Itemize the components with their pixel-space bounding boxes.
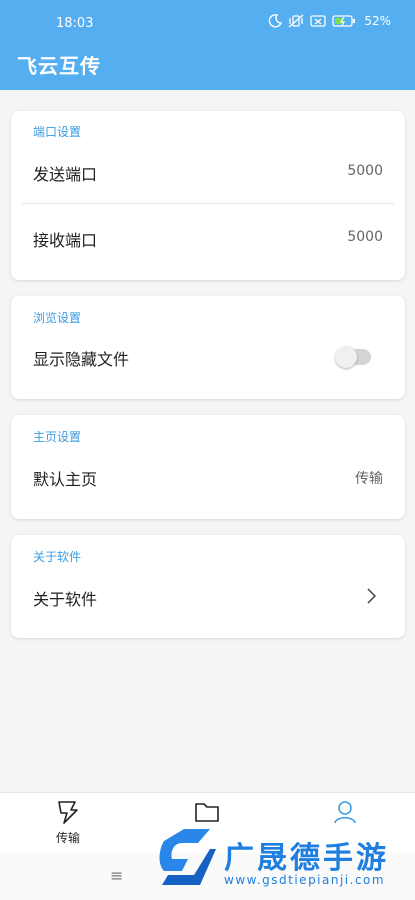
- status-time: 18:03: [56, 16, 94, 31]
- nav-tab-profile[interactable]: [305, 799, 385, 825]
- battery-icon: [332, 15, 356, 27]
- home-settings-header: 主页设置: [33, 430, 82, 444]
- home-settings-card: 主页设置 默认主页 传输: [11, 415, 405, 519]
- watermark-url: www.gsdtiepianji.com: [224, 873, 386, 887]
- watermark-logo: [159, 829, 216, 885]
- toggle-knob: [335, 346, 357, 368]
- browse-settings-header: 浏览设置: [33, 311, 82, 325]
- about-card: 关于软件 关于软件: [11, 535, 405, 638]
- send-port-label: 发送端口: [33, 165, 98, 184]
- nav-tab-files[interactable]: [167, 799, 247, 825]
- receive-port-label: 接收端口: [33, 231, 98, 250]
- vibrate-off-icon: [288, 14, 304, 28]
- battery-percent: 52%: [364, 14, 391, 28]
- app-bar: 18:03 52% 飞云互传: [0, 0, 415, 90]
- status-icons: 52%: [268, 14, 391, 28]
- folder-icon: [195, 803, 219, 822]
- about-header: 关于软件: [33, 550, 82, 564]
- menu-button[interactable]: ≡: [110, 866, 123, 885]
- about-label: 关于软件: [33, 590, 98, 609]
- status-bar: 18:03 52%: [0, 12, 415, 36]
- port-settings-header: 端口设置: [33, 125, 82, 139]
- divider: [22, 203, 394, 204]
- chevron-right-icon: [367, 588, 377, 604]
- nav-label-transfer: 传输: [55, 831, 80, 845]
- app-title: 飞云互传: [17, 54, 101, 78]
- sim-off-icon: [310, 15, 326, 27]
- port-settings-card: 端口设置 发送端口 5000 接收端口 5000: [11, 111, 405, 280]
- default-home-value: 传输: [355, 471, 383, 487]
- transfer-icon: [58, 801, 78, 824]
- user-icon: [334, 801, 356, 824]
- receive-port-value: 5000: [347, 229, 383, 245]
- watermark-text: 广晟德手游: [224, 841, 389, 876]
- nav-tab-transfer[interactable]: 传输: [28, 799, 108, 846]
- default-home-label: 默认主页: [33, 470, 98, 489]
- send-port-value: 5000: [347, 163, 383, 179]
- show-hidden-files-toggle[interactable]: [335, 346, 371, 368]
- browse-settings-card: 浏览设置 显示隐藏文件: [11, 296, 405, 399]
- moon-icon: [269, 14, 283, 28]
- watermark: 广晟德手游 www.gsdtiepianji.com: [150, 825, 415, 900]
- show-hidden-files-label: 显示隐藏文件: [33, 350, 130, 369]
